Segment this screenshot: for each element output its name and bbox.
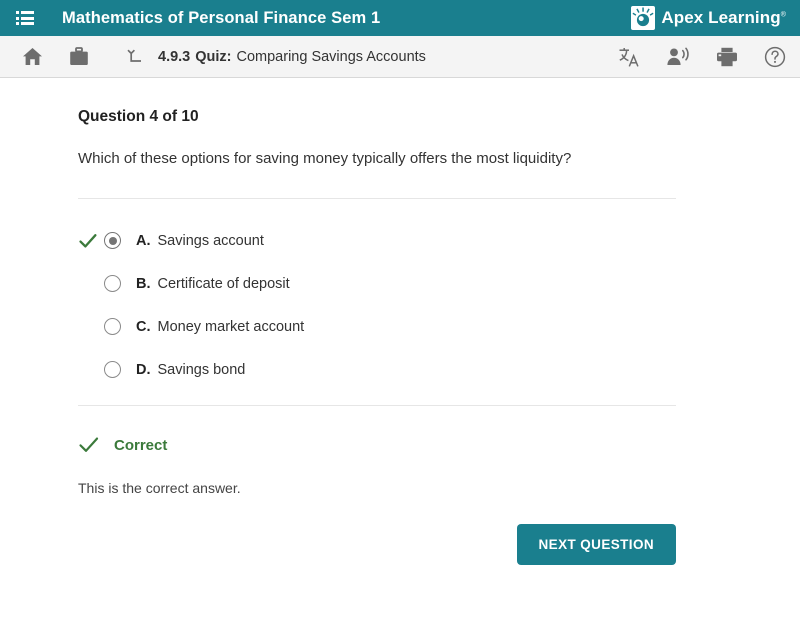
answer-option-c[interactable]: C. Money market account (78, 313, 676, 340)
correct-check-icon (78, 232, 104, 250)
briefcase-icon[interactable] (69, 47, 89, 66)
answer-option-a[interactable]: A. Savings account (78, 227, 676, 254)
answer-option-b[interactable]: B. Certificate of deposit (78, 270, 676, 297)
toolbar-actions (618, 46, 786, 68)
check-placeholder-c (78, 318, 104, 336)
option-letter-d: D. (136, 361, 151, 378)
translate-icon[interactable] (618, 46, 640, 68)
option-letter-c: C. (136, 318, 151, 335)
option-label-c: Money market account (157, 318, 305, 335)
check-mark-icon (78, 436, 100, 454)
activity-name: Comparing Savings Accounts (236, 48, 426, 65)
question-content: Question 4 of 10 Which of these options … (0, 78, 800, 566)
option-letter-b: B. (136, 275, 151, 292)
feedback-header: Correct (78, 436, 676, 454)
answer-options: A. Savings account B. Certificate of dep… (78, 199, 676, 405)
radio-option-c[interactable] (104, 318, 121, 336)
breadcrumb-toolbar: 4.9.3 Quiz: Comparing Savings Accounts (0, 36, 800, 78)
apex-lightbulb-logo-icon (631, 6, 656, 30)
breadcrumb: 4.9.3 Quiz: Comparing Savings Accounts (158, 49, 426, 65)
help-icon[interactable] (764, 46, 786, 68)
status-badge: Correct (114, 436, 168, 454)
answer-option-d[interactable]: D. Savings bond (78, 356, 676, 383)
app-header: Mathematics of Personal Finance Sem 1 Ap… (0, 0, 800, 36)
home-icon[interactable] (22, 47, 43, 66)
activity-type: Quiz: (195, 48, 232, 65)
list-menu-icon[interactable] (16, 11, 34, 25)
radio-option-a[interactable] (104, 232, 121, 250)
option-letter-a: A. (136, 232, 151, 249)
read-aloud-icon[interactable] (666, 47, 690, 67)
brand-logo: Apex Learning® (631, 6, 786, 30)
question-prompt: Which of these options for saving money … (78, 150, 572, 167)
lesson-number: 4.9.3 (158, 48, 191, 65)
radio-option-b[interactable] (104, 275, 121, 293)
radio-option-d[interactable] (104, 361, 121, 379)
option-label-d: Savings bond (157, 361, 246, 378)
option-label-b: Certificate of deposit (157, 275, 290, 292)
brand-name: Apex Learning® (661, 8, 786, 27)
brand-trademark: ® (780, 11, 786, 19)
check-placeholder-d (78, 361, 104, 379)
up-level-arrow-icon[interactable] (125, 47, 144, 66)
option-label-a: Savings account (157, 232, 264, 249)
footer-actions: NEXT QUESTION (0, 496, 800, 566)
next-question-button[interactable]: NEXT QUESTION (516, 524, 676, 566)
page-title: Question 4 of 10 (78, 108, 199, 125)
feedback-section: Correct This is the correct answer. (78, 406, 676, 497)
course-title: Mathematics of Personal Finance Sem 1 (62, 8, 381, 27)
print-icon[interactable] (716, 47, 738, 67)
check-placeholder-b (78, 275, 104, 293)
feedback-body: This is the correct answer. (78, 480, 241, 497)
